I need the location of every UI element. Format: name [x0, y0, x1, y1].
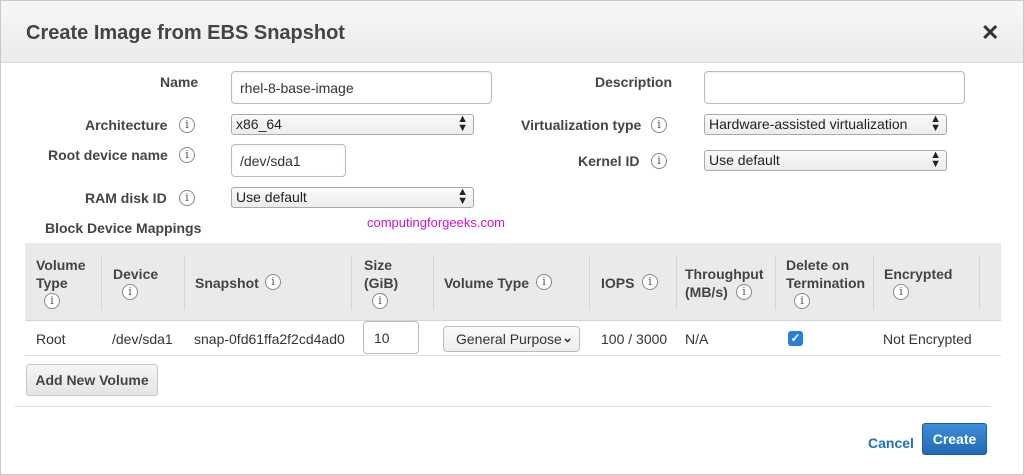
column-divider [676, 255, 677, 310]
cancel-button[interactable]: Cancel [868, 435, 914, 451]
virtualization-select-value: Hardware-assisted virtualization [709, 116, 908, 132]
virtualization-info-icon[interactable]: i [651, 117, 667, 133]
dialog-title: Create Image from EBS Snapshot [26, 22, 345, 44]
select-arrows-icon: ▲ ▼ [930, 113, 941, 134]
kernel-id-label: Kernel ID [578, 153, 640, 169]
delete-on-termination-checkbox[interactable]: ✓ [788, 331, 803, 346]
column-divider [433, 255, 434, 310]
col-encrypted: Encrypted [884, 266, 953, 282]
watermark-text: computingforgeeks.com [367, 215, 506, 230]
select-arrows-icon: ▲ ▼ [457, 186, 468, 207]
block-device-heading: Block Device Mappings [45, 220, 202, 236]
col-size: Size (GiB) [364, 256, 398, 292]
kernel-id-select-value: Use default [709, 152, 780, 168]
delete-on-termination-info-icon[interactable]: i [794, 293, 810, 309]
row-snapshot: snap-0fd61ffa2f2cd4ad0 [194, 331, 345, 347]
kernel-id-select[interactable]: Use default ▲ ▼ [704, 150, 947, 171]
snapshot-info-icon[interactable]: i [265, 274, 281, 290]
col-volume-type-2: Volume Type [444, 275, 530, 291]
col-throughput-line1: Throughput [685, 266, 764, 282]
column-divider [101, 255, 102, 310]
virtualization-select[interactable]: Hardware-assisted virtualization ▲ ▼ [704, 114, 947, 135]
volume-type-select[interactable]: General Purpose ⌄ [443, 326, 580, 352]
table-row: Root /dev/sda1 snap-0fd61ffa2f2cd4ad0 10… [25, 321, 1001, 356]
col-size-line2: (GiB) [364, 275, 399, 291]
volume-type-info-icon[interactable]: i [44, 293, 60, 309]
col-volume-type-line1: Volume [36, 257, 86, 273]
select-arrows-icon: ▲ ▼ [930, 149, 941, 170]
column-divider [589, 255, 590, 310]
architecture-label: Architecture [85, 117, 168, 133]
root-device-input[interactable]: /dev/sda1 [231, 144, 346, 177]
row-throughput: N/A [685, 331, 709, 347]
root-device-label: Root device name [48, 147, 168, 163]
column-divider [184, 255, 185, 310]
row-iops: 100 / 3000 [601, 331, 668, 347]
select-arrows-icon: ▲ ▼ [457, 113, 468, 134]
add-new-volume-button[interactable]: Add New Volume [26, 364, 158, 396]
create-image-dialog: Create Image from EBS Snapshot ✕ Name rh… [0, 0, 1024, 475]
column-divider [351, 255, 352, 310]
col-throughput: Throughput (MB/s) [685, 265, 764, 301]
col-iops: IOPS [601, 275, 635, 291]
footer-divider [15, 406, 991, 407]
name-label: Name [160, 74, 199, 90]
column-divider [775, 255, 776, 310]
col-device: Device [113, 266, 159, 282]
close-icon[interactable]: ✕ [981, 21, 999, 45]
dialog-header: Create Image from EBS Snapshot ✕ [1, 1, 1023, 63]
ramdisk-select-value: Use default [236, 189, 307, 205]
row-volume-type: Root [36, 331, 66, 347]
col-volume-type: Volume Type [36, 256, 86, 292]
root-device-info-icon[interactable]: i [179, 147, 195, 163]
ramdisk-label: RAM disk ID [85, 190, 167, 206]
kernel-id-info-icon[interactable]: i [651, 153, 667, 169]
architecture-select[interactable]: x86_64 ▲ ▼ [231, 114, 474, 135]
col-snapshot: Snapshot [195, 275, 259, 291]
architecture-info-icon[interactable]: i [179, 117, 195, 133]
col-delete-line2: Termination [786, 275, 866, 291]
table-header: Volume Type i Device i Snapshot i Size (… [25, 243, 1001, 321]
encrypted-info-icon[interactable]: i [893, 284, 909, 300]
row-encrypted: Not Encrypted [883, 331, 972, 347]
size-input[interactable]: 10 [363, 321, 419, 354]
volume-type-select-value: General Purpose [456, 331, 562, 347]
ramdisk-info-icon[interactable]: i [179, 190, 195, 206]
description-label: Description [595, 74, 673, 90]
row-device: /dev/sda1 [112, 331, 173, 347]
device-info-icon[interactable]: i [122, 284, 138, 300]
architecture-select-value: x86_64 [236, 116, 282, 132]
col-size-line1: Size [364, 257, 393, 273]
size-info-icon[interactable]: i [372, 293, 388, 309]
column-divider [979, 255, 980, 310]
name-input[interactable]: rhel-8-base-image [231, 71, 492, 104]
col-delete-on-termination: Delete on Termination [786, 256, 865, 292]
chevron-down-icon: ⌄ [562, 330, 573, 345]
ramdisk-select[interactable]: Use default ▲ ▼ [231, 187, 474, 208]
virtualization-label: Virtualization type [521, 117, 642, 133]
column-divider [873, 255, 874, 310]
description-input[interactable] [704, 71, 965, 104]
col-delete-line1: Delete on [786, 257, 850, 273]
volume-type-2-info-icon[interactable]: i [536, 274, 552, 290]
create-button[interactable]: Create [922, 423, 987, 455]
iops-info-icon[interactable]: i [642, 274, 658, 290]
col-volume-type-line2: Type [36, 275, 68, 291]
throughput-info-icon[interactable]: i [736, 284, 752, 300]
